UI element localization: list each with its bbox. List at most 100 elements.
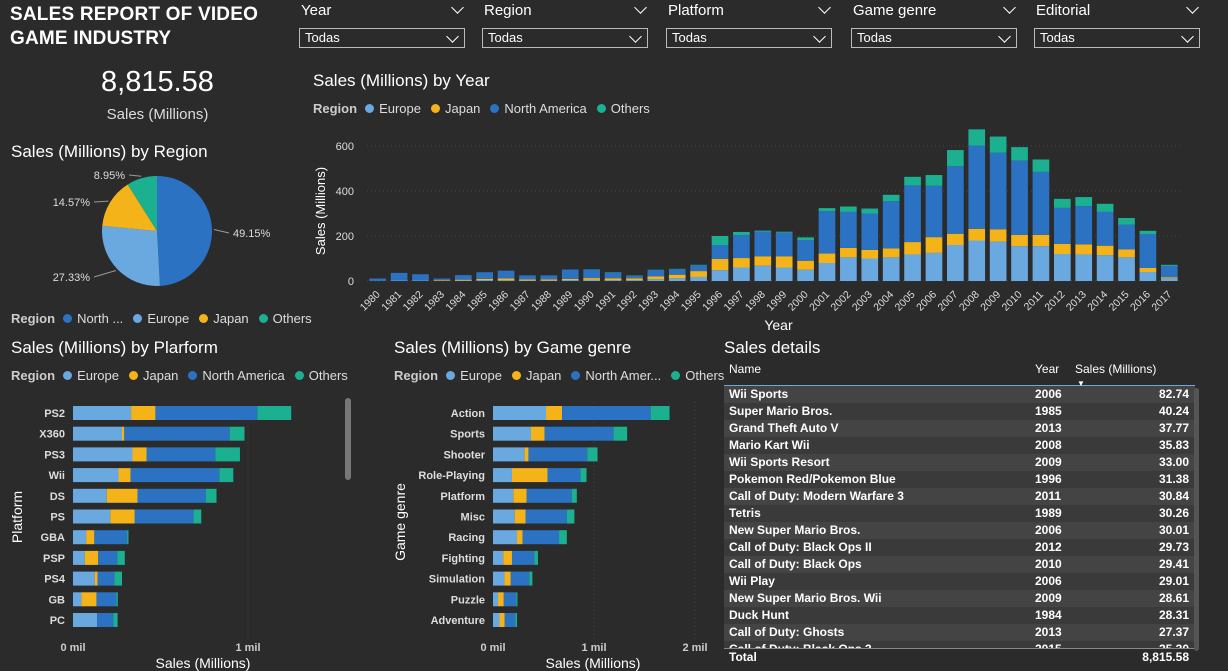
bar-europe-ds[interactable]	[73, 488, 107, 503]
bar-japan-2003[interactable]	[861, 249, 879, 259]
bar-japan-2014[interactable]	[1096, 245, 1114, 256]
bar-japan-2015[interactable]	[1118, 249, 1135, 258]
bar-japan-1987[interactable]	[519, 279, 536, 281]
bar-japan-1997[interactable]	[733, 258, 750, 268]
legend-item[interactable]: Europe	[63, 368, 119, 383]
bar-japan-2008[interactable]	[968, 228, 986, 241]
bar-europe-ps2[interactable]	[73, 406, 132, 420]
bar-north-america-1989[interactable]	[561, 269, 579, 279]
bar-north-america-1994[interactable]	[668, 269, 686, 275]
bar-europe-misc[interactable]	[493, 509, 515, 524]
bar-others-2015[interactable]	[1118, 218, 1135, 225]
bar-north-america-pc[interactable]	[97, 613, 114, 627]
bar-north-america-2003[interactable]	[861, 213, 879, 250]
bar-europe-1996[interactable]	[711, 270, 729, 281]
bar-japan-2013[interactable]	[1075, 244, 1093, 255]
bar-north-america-2007[interactable]	[947, 166, 964, 234]
bar-japan-gb[interactable]	[81, 592, 97, 607]
bar-japan-ps2[interactable]	[131, 406, 156, 420]
bar-europe-2009[interactable]	[989, 241, 1007, 281]
bar-japan-sports[interactable]	[530, 426, 545, 441]
bar-others-platform[interactable]	[571, 488, 577, 503]
bar-others-action[interactable]	[650, 406, 670, 420]
bar-europe-2010[interactable]	[1011, 246, 1028, 281]
bar-others-1999[interactable]	[775, 231, 793, 233]
legend-item[interactable]: North ...	[63, 311, 123, 326]
bar-north-america-2014[interactable]	[1096, 211, 1114, 246]
bar-japan-2017[interactable]	[1160, 277, 1178, 279]
bar-north-america-1981[interactable]	[390, 272, 408, 281]
bar-japan-misc[interactable]	[514, 509, 526, 524]
bar-europe-ps[interactable]	[73, 509, 111, 524]
bar-north-america-2002[interactable]	[840, 211, 857, 248]
bar-others-1998[interactable]	[754, 230, 772, 232]
legend-item[interactable]: Japan	[128, 368, 178, 383]
bar-europe-2000[interactable]	[797, 269, 814, 281]
bar-others-pc[interactable]	[113, 613, 118, 627]
bar-japan-2011[interactable]	[1032, 234, 1050, 247]
bar-europe-1999[interactable]	[775, 267, 793, 282]
bar-japan-racing[interactable]	[517, 530, 523, 545]
bar-others-2016[interactable]	[1139, 230, 1157, 235]
bar-japan-gba[interactable]	[86, 530, 95, 545]
bar-europe-x360[interactable]	[73, 426, 122, 441]
bar-japan-2009[interactable]	[989, 229, 1007, 242]
bar-others-2008[interactable]	[968, 129, 986, 146]
bar-others-2003[interactable]	[861, 208, 879, 214]
bar-japan-puzzle[interactable]	[498, 592, 504, 607]
bar-others-1996[interactable]	[711, 236, 729, 245]
bar-north-america-2006[interactable]	[925, 185, 943, 238]
table-row[interactable]: Call of Duty: Ghosts 2013 27.37	[724, 624, 1195, 641]
bar-north-america-1985[interactable]	[476, 272, 494, 279]
bar-europe-puzzle[interactable]	[493, 592, 499, 607]
bar-europe-platform[interactable]	[493, 488, 514, 503]
bar-europe-1991[interactable]	[604, 280, 622, 281]
bar-europe-adventure[interactable]	[493, 613, 500, 627]
bar-europe-2017[interactable]	[1160, 278, 1178, 281]
bar-north-america-1986[interactable]	[497, 270, 515, 279]
bar-europe-1981[interactable]	[390, 280, 408, 281]
bar-north-america-shooter[interactable]	[528, 447, 588, 462]
bar-north-america-1995[interactable]	[690, 265, 707, 272]
bar-north-america-ps[interactable]	[134, 509, 194, 524]
table-row[interactable]: Super Mario Bros. 1985 40.24	[724, 403, 1195, 420]
bar-north-america-misc[interactable]	[525, 509, 567, 524]
table-row[interactable]: Grand Theft Auto V 2013 37.77	[724, 420, 1195, 437]
bar-japan-platform[interactable]	[513, 488, 527, 503]
bar-japan-2006[interactable]	[925, 237, 943, 253]
bar-japan-2005[interactable]	[904, 242, 921, 255]
bar-north-america-1990[interactable]	[583, 269, 600, 279]
bar-europe-gb[interactable]	[73, 592, 82, 607]
bar-others-1997[interactable]	[733, 231, 750, 236]
chevron-down-icon[interactable]	[634, 1, 647, 14]
chevron-down-icon[interactable]	[1186, 1, 1199, 14]
bar-north-america-ds[interactable]	[137, 488, 206, 503]
bar-japan-1990[interactable]	[583, 278, 600, 280]
bar-others-puzzle[interactable]	[516, 592, 518, 607]
bar-europe-role-playing[interactable]	[493, 468, 512, 483]
bar-north-america-1992[interactable]	[626, 275, 643, 279]
bar-japan-fighting[interactable]	[503, 550, 512, 565]
legend-item[interactable]: Japan	[430, 101, 480, 116]
bar-europe-1993[interactable]	[647, 279, 665, 281]
bar-japan-x360[interactable]	[122, 426, 125, 441]
table-scrollbar[interactable]	[1194, 388, 1199, 651]
legend-item[interactable]: Europe	[133, 311, 189, 326]
bar-europe-2002[interactable]	[840, 257, 857, 281]
bar-europe-gba[interactable]	[73, 530, 87, 545]
bar-north-america-2015[interactable]	[1118, 224, 1135, 250]
bar-north-america-role-playing[interactable]	[547, 468, 581, 483]
bar-japan-1998[interactable]	[754, 256, 772, 266]
table-row[interactable]: Wii Play 2006 29.01	[724, 573, 1195, 590]
bar-japan-1992[interactable]	[626, 278, 643, 281]
bar-north-america-ps3[interactable]	[146, 447, 216, 462]
bar-japan-ps[interactable]	[110, 509, 135, 524]
bar-north-america-1998[interactable]	[754, 231, 772, 257]
bar-europe-1997[interactable]	[733, 267, 750, 282]
bar-others-ps3[interactable]	[215, 447, 240, 462]
legend-item[interactable]: North America	[188, 368, 285, 383]
bar-others-2005[interactable]	[904, 176, 921, 186]
bar-others-ps2[interactable]	[257, 406, 292, 420]
bar-north-america-2009[interactable]	[989, 152, 1007, 230]
slicer-dropdown-year[interactable]: Todas	[299, 28, 465, 48]
